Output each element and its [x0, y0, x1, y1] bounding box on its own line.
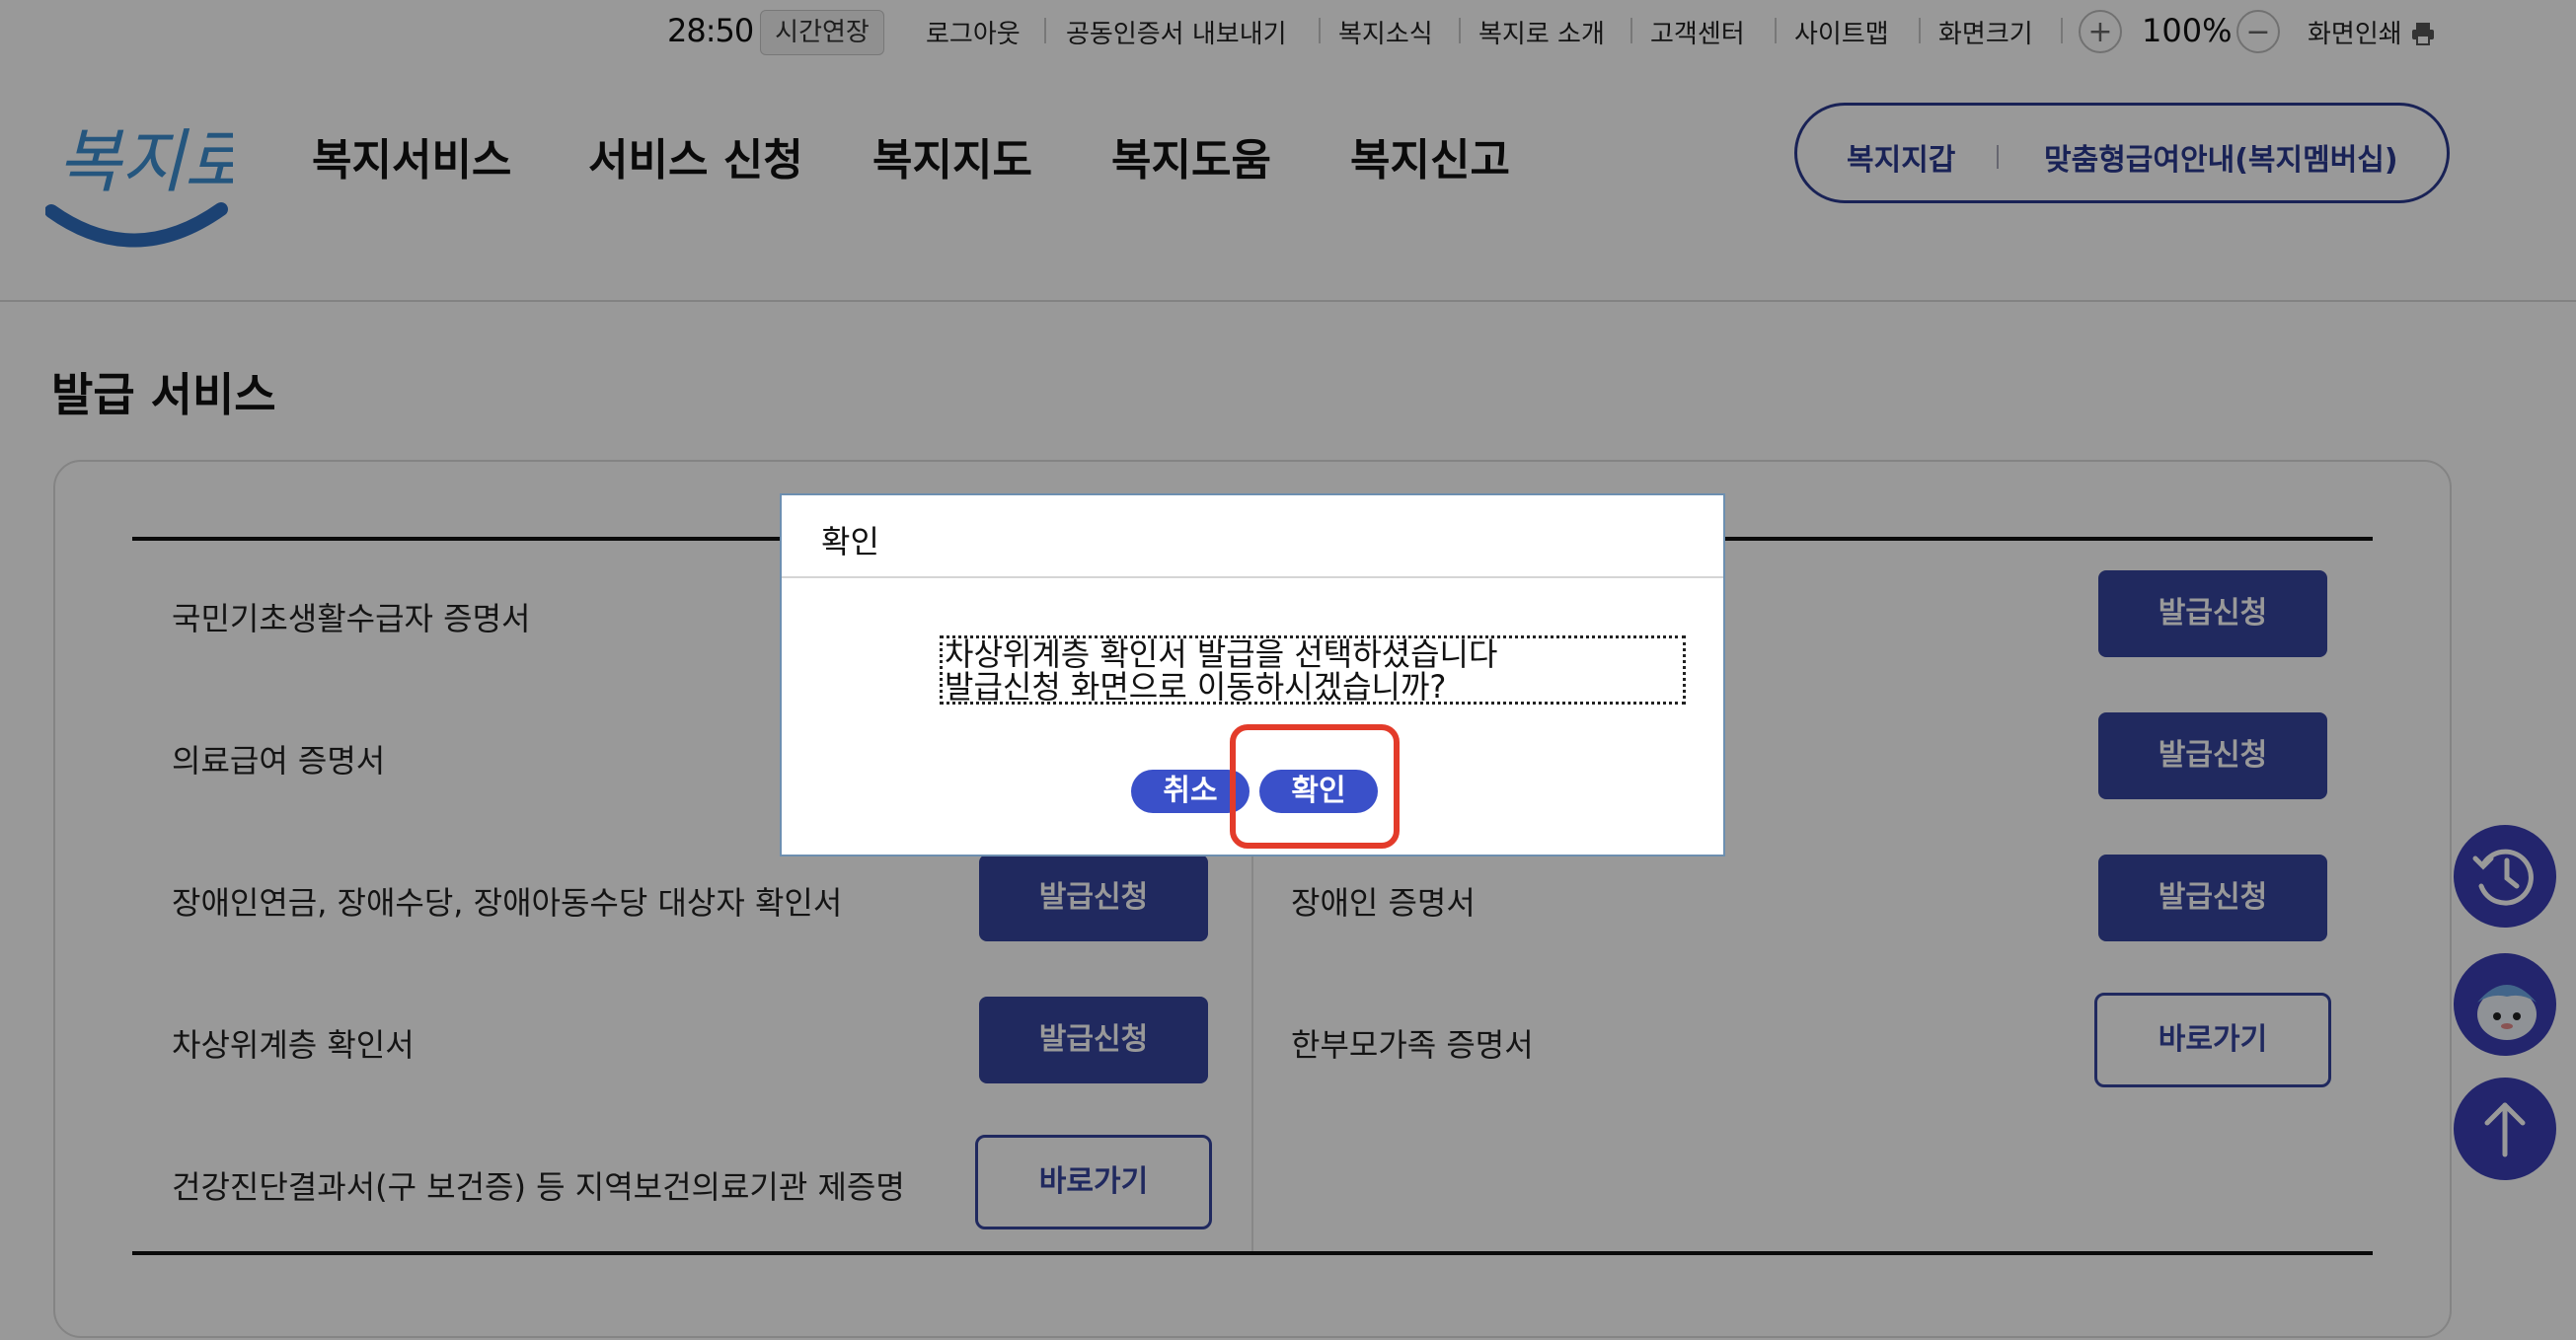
dialog-message-line: 발급신청 화면으로 이동하시겠습니까?	[945, 668, 1447, 706]
dialog-message-line: 차상위계층 확인서 발급을 선택하셨습니다	[945, 635, 1498, 673]
dialog-message: 차상위계층 확인서 발급을 선택하셨습니다 발급신청 화면으로 이동하시겠습니까…	[940, 635, 1686, 705]
dialog-divider	[782, 576, 1723, 578]
dialog-title: 확인	[821, 523, 879, 560]
confirm-button-highlight	[1230, 724, 1400, 849]
page: 28:50 시간연장 로그아웃 공동인증서 내보내기 복지소식 복지로 소개 고…	[0, 0, 2576, 1340]
